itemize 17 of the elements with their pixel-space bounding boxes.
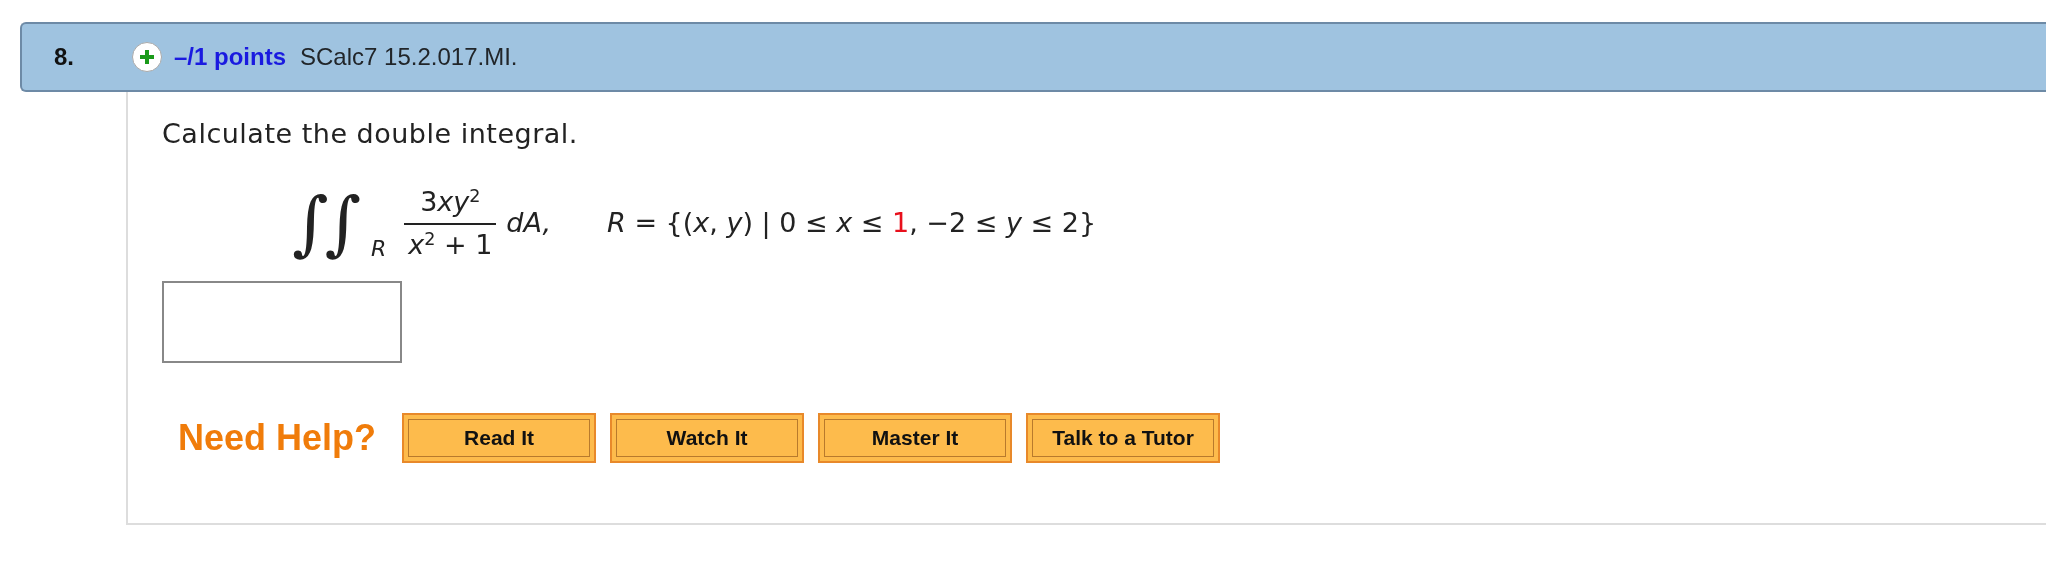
region-subscript: R [370, 234, 387, 263]
help-button[interactable]: Talk to a Tutor [1026, 412, 1221, 463]
problem-id: SCalc7 15.2.017.MI. [300, 42, 518, 72]
fraction-numerator: 3xy$^{2}$ [404, 182, 497, 225]
points-link[interactable]: –/1 points [174, 39, 287, 75]
answer-field[interactable] [162, 280, 402, 363]
fraction-denominator: x$^{2}$ + 1 [407, 227, 494, 262]
question-text: Calculate the double integral. [162, 117, 579, 151]
region-definition: R = {(x, y) | 0 ≤ x ≤ 1, −2 ≤ y ≤ 2} [607, 206, 1097, 241]
expand-icon[interactable] [132, 42, 162, 72]
help-button[interactable]: Watch It [610, 412, 805, 463]
integral-sign: ∫∫ [291, 181, 359, 266]
question-number: 8. [53, 42, 75, 72]
help-button[interactable]: Master It [818, 412, 1013, 463]
need-help-label: Need Help? [178, 415, 377, 460]
differential: dA, [506, 206, 552, 241]
help-button[interactable]: Read It [402, 412, 597, 463]
